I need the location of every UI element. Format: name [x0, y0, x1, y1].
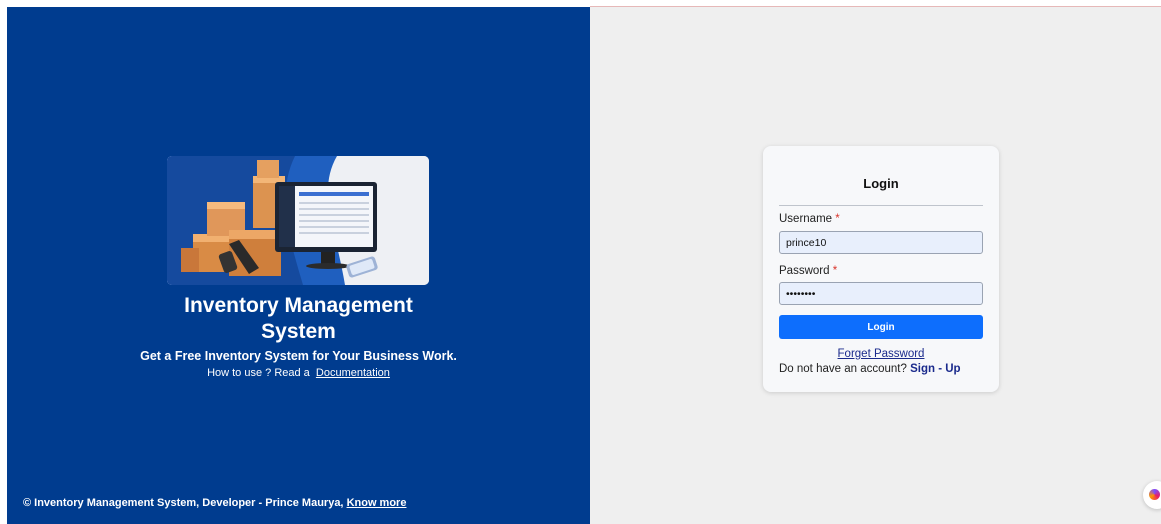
username-label: Username * — [779, 213, 840, 225]
know-more-link[interactable]: Know more — [347, 497, 407, 509]
password-label: Password * — [779, 265, 837, 277]
signup-link[interactable]: Sign - Up — [910, 363, 960, 375]
hero-illustration — [167, 156, 429, 285]
username-input[interactable] — [779, 231, 983, 254]
assistant-icon — [1149, 489, 1160, 500]
username-label-text: Username — [779, 213, 833, 225]
login-button[interactable]: Login — [779, 315, 983, 339]
login-card: Login Username * Password * Login Forget… — [763, 146, 999, 392]
required-mark: * — [835, 213, 840, 225]
top-border — [0, 0, 1161, 7]
app-title-line2: System — [261, 320, 336, 343]
password-label-text: Password — [779, 265, 830, 277]
tagline: Get a Free Inventory System for Your Bus… — [140, 349, 457, 363]
divider — [779, 205, 983, 206]
signup-prompt: Do not have an account? Sign - Up — [779, 363, 961, 375]
documentation-link[interactable]: Documentation — [316, 367, 390, 379]
howto-text: How to use ? Read a Documentation — [7, 367, 590, 379]
app-title-line1: Inventory Management — [184, 294, 413, 317]
footer: © Inventory Management System, Developer… — [23, 497, 406, 509]
howto-label: How to use ? Read a — [207, 367, 310, 379]
login-title: Login — [863, 176, 899, 191]
password-input[interactable] — [779, 282, 983, 305]
brand-panel: Inventory Management System Get a Free I… — [7, 7, 590, 524]
forget-password-link[interactable]: Forget Password — [763, 348, 999, 360]
required-mark: * — [832, 265, 838, 277]
footer-text: © Inventory Management System, Developer… — [23, 497, 344, 509]
inventory-illustration-icon — [167, 156, 429, 285]
no-account-text: Do not have an account? — [779, 363, 907, 375]
